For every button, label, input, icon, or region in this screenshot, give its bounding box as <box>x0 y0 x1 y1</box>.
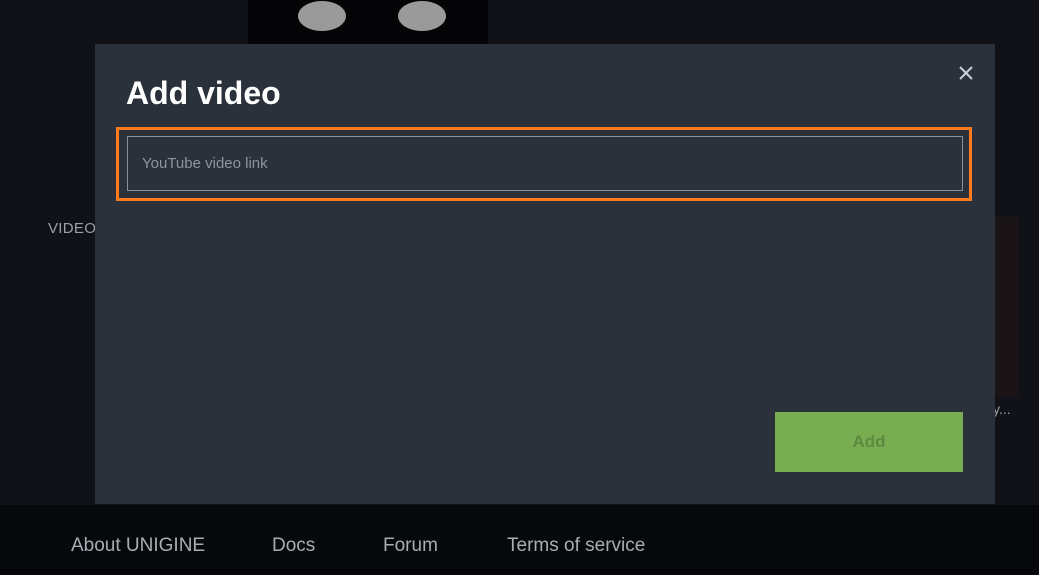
footer-link-forum[interactable]: Forum <box>383 535 438 557</box>
add-button[interactable]: Add <box>775 412 963 472</box>
background-card-title: y... <box>993 401 1011 417</box>
footer-link-terms[interactable]: Terms of service <box>507 535 645 557</box>
thumbnail-shape <box>398 1 446 31</box>
thumbnail-shape <box>298 1 346 31</box>
background-video-thumbnail <box>248 0 488 44</box>
youtube-link-input[interactable] <box>127 136 963 191</box>
footer-link-docs[interactable]: Docs <box>272 535 315 557</box>
close-button[interactable] <box>953 60 979 86</box>
dialog-title: Add video <box>126 75 281 111</box>
add-video-dialog: Add video Add <box>95 44 995 504</box>
page: VIDEO y... Add video Add About UNIGINE D… <box>0 0 1039 575</box>
footer: About UNIGINE Docs Forum Terms of servic… <box>0 505 1039 575</box>
close-icon <box>959 66 973 80</box>
footer-link-about[interactable]: About UNIGINE <box>71 535 205 557</box>
background-section-label: VIDEO <box>48 220 97 237</box>
